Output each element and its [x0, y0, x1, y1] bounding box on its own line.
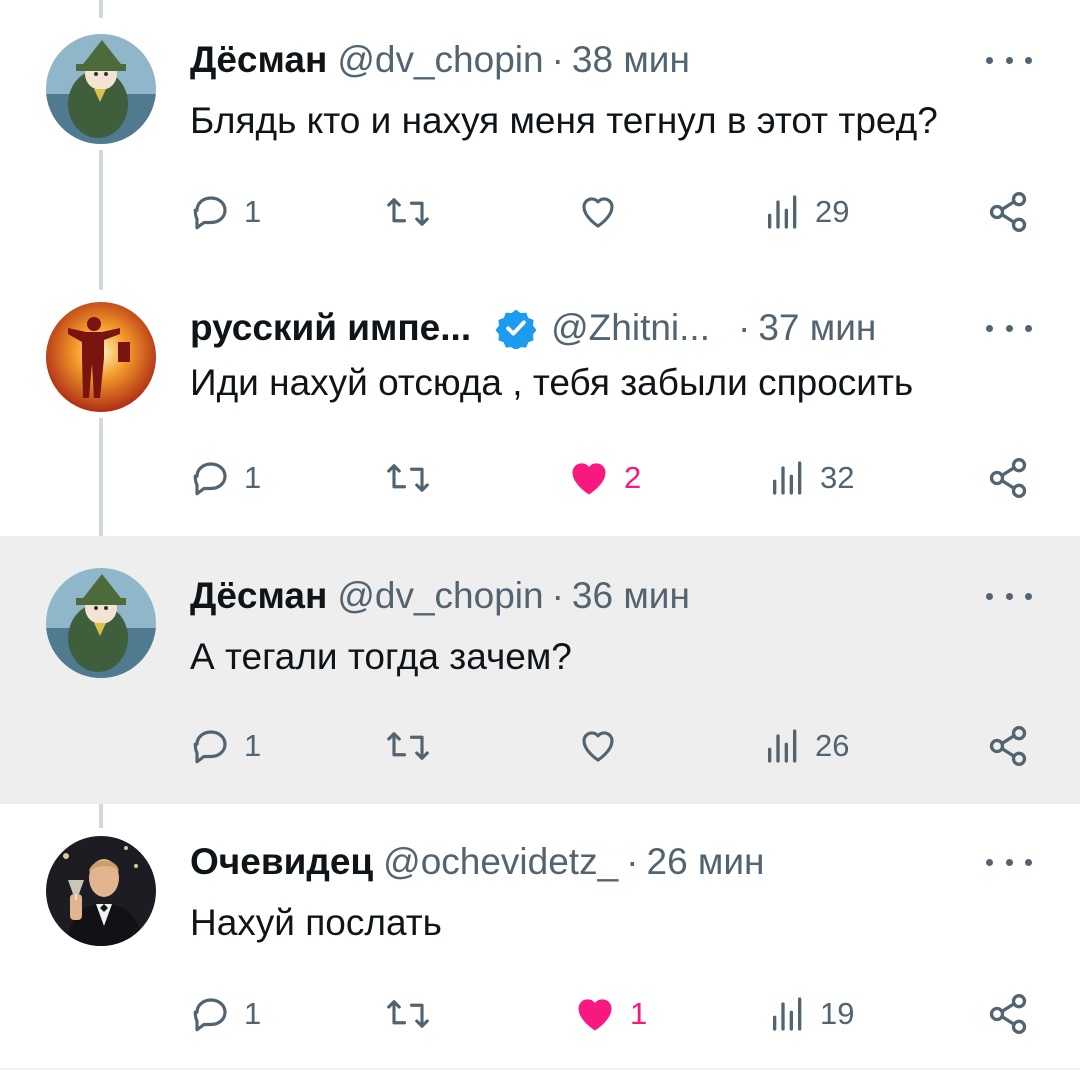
views-bar-chart-icon [773, 997, 802, 1031]
author-handle[interactable]: @ochevidetz_ [383, 841, 618, 883]
tweet-text: Иди нахуй отсюда , тебя забыли спросить [190, 362, 914, 403]
reply-count: 1 [244, 460, 262, 495]
reply-count: 1 [244, 194, 262, 229]
reply-icon [193, 998, 227, 1032]
view-count: 29 [815, 194, 850, 229]
action-bar: 1 1 19 [0, 984, 1080, 1044]
reply-icon [193, 196, 227, 230]
author-handle[interactable]: @dv_chopin [337, 39, 543, 81]
moomin-snufkin-avatar [46, 568, 156, 678]
views-bar-chart-icon [773, 461, 802, 495]
tweet-text: Нахуй послать [190, 902, 442, 943]
moomin-snufkin-avatar [46, 34, 156, 144]
views-button[interactable]: 32 [768, 448, 854, 508]
views-button[interactable]: 26 [763, 716, 849, 776]
thread-line [99, 0, 103, 18]
timestamp[interactable]: 37 мин [758, 307, 876, 349]
share-button[interactable] [986, 716, 1030, 776]
tweet[interactable]: русский импе... @Zhitni... · 37 мин Иди … [0, 298, 1080, 538]
action-bar: 1 2 32 [0, 448, 1080, 508]
tweet-text: Блядь кто и нахуя меня тегнул в этот тре… [190, 100, 938, 141]
repost-icon [387, 198, 429, 226]
share-button[interactable] [986, 448, 1030, 508]
timestamp[interactable]: 26 мин [647, 841, 765, 883]
verified-badge-icon [495, 307, 537, 349]
man-toasting-avatar [46, 836, 156, 946]
share-icon [989, 458, 1027, 498]
timestamp[interactable]: 38 мин [572, 39, 690, 81]
heart-filled-icon [578, 999, 612, 1031]
share-icon [989, 994, 1027, 1034]
separator-dot: · [551, 575, 564, 616]
tweet[interactable]: Дёсман @dv_chopin · 38 мин Блядь кто и н… [0, 30, 1080, 280]
like-count: 1 [630, 996, 648, 1031]
reply-button[interactable]: 1 [190, 984, 261, 1044]
tweet-text: А тегали тогда зачем? [190, 636, 572, 677]
separator-dot: · [551, 39, 564, 80]
more-options-icon[interactable] [986, 852, 1032, 872]
views-bar-chart-icon [768, 729, 797, 763]
reply-icon [193, 730, 227, 764]
heart-outline-icon [582, 197, 614, 228]
share-button[interactable] [986, 182, 1030, 242]
timestamp[interactable]: 36 мин [572, 575, 690, 617]
reply-count: 1 [244, 996, 262, 1031]
repost-button[interactable] [385, 182, 443, 242]
repost-icon [387, 1000, 429, 1028]
view-count: 26 [815, 728, 850, 763]
author-name[interactable]: русский импе... [190, 307, 471, 349]
reply-count: 1 [244, 728, 262, 763]
views-button[interactable]: 29 [763, 182, 849, 242]
red-figure-avatar [46, 302, 156, 412]
like-button[interactable] [576, 182, 632, 242]
separator-dot: · [626, 841, 639, 882]
repost-button[interactable] [385, 448, 443, 508]
share-icon [989, 726, 1027, 766]
repost-button[interactable] [385, 716, 443, 776]
reply-button[interactable]: 1 [190, 716, 261, 776]
action-bar: 1 26 [0, 716, 1080, 776]
author-handle[interactable]: @dv_chopin [337, 575, 543, 617]
like-button[interactable] [576, 716, 632, 776]
author-handle[interactable]: @Zhitni... [551, 307, 710, 349]
avatar[interactable] [46, 568, 156, 678]
views-button[interactable]: 19 [768, 984, 854, 1044]
view-count: 19 [820, 996, 855, 1031]
reply-icon [193, 462, 227, 496]
tweet[interactable]: Очевидец @ochevidetz_ · 26 мин Нахуй пос… [0, 832, 1080, 1062]
reply-button[interactable]: 1 [190, 182, 261, 242]
separator-dot: · [738, 307, 751, 348]
reply-button[interactable]: 1 [190, 448, 261, 508]
share-button[interactable] [986, 984, 1030, 1044]
like-button[interactable]: 2 [566, 448, 641, 508]
more-options-icon[interactable] [986, 50, 1032, 70]
view-count: 32 [820, 460, 855, 495]
more-options-icon[interactable] [986, 586, 1032, 606]
tweet-highlighted[interactable]: Дёсман @dv_chopin · 36 мин А тегали тогд… [0, 536, 1080, 804]
avatar[interactable] [46, 34, 156, 144]
repost-icon [387, 464, 429, 492]
views-bar-chart-icon [768, 195, 797, 229]
like-count: 2 [624, 460, 642, 495]
repost-icon [387, 732, 429, 760]
share-icon [989, 192, 1027, 232]
avatar[interactable] [46, 302, 156, 412]
heart-filled-icon [572, 463, 606, 495]
heart-outline-icon [582, 731, 614, 762]
more-options-icon[interactable] [986, 318, 1032, 338]
repost-button[interactable] [385, 984, 443, 1044]
avatar[interactable] [46, 836, 156, 946]
like-button[interactable]: 1 [572, 984, 647, 1044]
action-bar: 1 29 [0, 182, 1080, 242]
author-name[interactable]: Дёсман [190, 39, 327, 81]
author-name[interactable]: Очевидец [190, 841, 373, 883]
divider [0, 1068, 1080, 1070]
author-name[interactable]: Дёсман [190, 575, 327, 617]
